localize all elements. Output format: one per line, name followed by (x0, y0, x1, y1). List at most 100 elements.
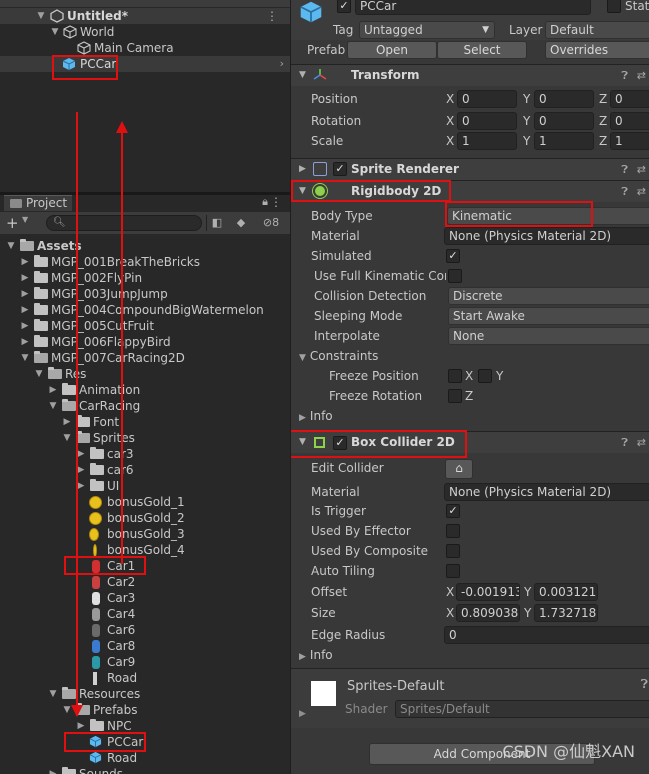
collapse-arrow-icon[interactable]: ▼ (36, 8, 46, 24)
bc-info-row[interactable]: ▶ Info (291, 645, 649, 665)
expand-arrow-icon[interactable]: ▶ (48, 382, 58, 398)
transform-header[interactable]: ▼ Transform ❓︎ ⇄ (291, 64, 649, 86)
help-icon[interactable]: ❓︎ (621, 159, 628, 180)
tree-item-road-prefab[interactable]: Road (0, 750, 290, 766)
simulated-checkbox[interactable]: ✓ (446, 249, 460, 263)
rb-info-row[interactable]: ▶ Info (291, 406, 649, 426)
tree-item-mgp002[interactable]: ▶ MGP_002FlyPin (0, 270, 290, 286)
prefab-open-button[interactable]: Open (347, 41, 437, 59)
tree-item-car4[interactable]: Car4 (0, 606, 290, 622)
chevron-right-icon[interactable]: › (280, 56, 284, 72)
tab-project[interactable]: Project (4, 195, 72, 211)
expand-arrow-icon[interactable]: ▶ (76, 718, 86, 734)
presets-icon[interactable]: ⇄ (637, 432, 646, 453)
tree-item-bonusgold4[interactable]: bonusGold_4 (0, 542, 290, 558)
body-type-dropdown[interactable]: Kinematic (447, 207, 649, 225)
interpolate-dropdown[interactable]: None (448, 327, 649, 345)
hidden-packages-toggle[interactable]: ⊘8 (256, 215, 286, 231)
tree-item-resources[interactable]: ▼ Resources (0, 686, 290, 702)
collapse-arrow-icon[interactable]: ▼ (48, 686, 58, 702)
freeze-rotation-z-checkbox[interactable] (448, 389, 462, 403)
layer-dropdown[interactable]: Default (545, 21, 649, 39)
prefab-select-button[interactable]: Select (437, 41, 527, 59)
tree-item-npc[interactable]: ▶ NPC (0, 718, 290, 734)
expand-arrow-icon[interactable]: ▶ (20, 334, 30, 350)
scale-x-field[interactable]: 1 (457, 132, 517, 150)
lock-icon[interactable]: 🔒︎ (262, 195, 268, 209)
prefab-overrides-dropdown[interactable]: Overrides (545, 41, 649, 59)
collapse-arrow-icon[interactable]: ▼ (299, 432, 306, 453)
presets-icon[interactable]: ⇄ (637, 181, 646, 202)
tree-item-pccar-prefab[interactable]: PCCar (0, 734, 290, 750)
tree-item-mgp006[interactable]: ▶ MGP_006FlappyBird (0, 334, 290, 350)
static-toggle[interactable] (607, 0, 621, 13)
expand-arrow-icon[interactable]: ▶ (20, 302, 30, 318)
tree-item-car8[interactable]: Car8 (0, 638, 290, 654)
rotation-y-field[interactable]: 0 (534, 112, 594, 130)
tree-item-car9[interactable]: Car9 (0, 654, 290, 670)
edge-radius-field[interactable]: 0 (444, 626, 649, 644)
expand-arrow-icon[interactable]: ▶ (48, 766, 58, 774)
position-y-field[interactable]: 0 (534, 90, 594, 108)
tree-item-bonusgold1[interactable]: bonusGold_1 (0, 494, 290, 510)
tree-item-sounds[interactable]: ▶ Sounds (0, 766, 290, 774)
presets-icon[interactable]: ⇄ (637, 65, 646, 86)
help-icon[interactable]: ❓︎ (621, 432, 628, 453)
plus-icon[interactable]: + (6, 214, 19, 232)
collapse-arrow-icon[interactable]: ▼ (62, 430, 72, 446)
box-collider2d-header[interactable]: ▼ ✓ Box Collider 2D ❓︎ ⇄ (291, 431, 649, 453)
expand-arrow-icon[interactable]: ▶ (62, 414, 72, 430)
box-collider-enabled-toggle[interactable]: ✓ (333, 436, 347, 450)
is-trigger-checkbox[interactable]: ✓ (446, 504, 460, 518)
tree-item-sprites[interactable]: ▼ Sprites (0, 430, 290, 446)
object-name-field[interactable]: PCCar (355, 0, 591, 15)
tree-item-carracing[interactable]: ▼ CarRacing (0, 398, 290, 414)
collapse-arrow-icon[interactable]: ▼ (50, 24, 60, 40)
collapse-arrow-icon[interactable]: ▼ (20, 350, 30, 366)
filter-by-label-icon[interactable]: ◆ (232, 215, 250, 231)
hierarchy-item-world[interactable]: ▼ World (0, 24, 290, 40)
tree-item-car6-folder[interactable]: ▶ car6 (0, 462, 290, 478)
rotation-x-field[interactable]: 0 (457, 112, 517, 130)
tree-item-car1[interactable]: Car1 (0, 558, 290, 574)
auto-tiling-checkbox[interactable] (446, 564, 460, 578)
collapse-arrow-icon[interactable]: ▼ (299, 181, 306, 202)
info-foldout[interactable]: ▶ Info (299, 406, 333, 428)
expand-arrow-icon[interactable]: ▶ (20, 270, 30, 286)
offset-x-field[interactable]: -0.001913 (456, 583, 520, 601)
used-by-composite-checkbox[interactable] (446, 544, 460, 558)
tree-item-animation[interactable]: ▶ Animation (0, 382, 290, 398)
hierarchy-item-pccar[interactable]: PCCar › (0, 56, 290, 72)
collapse-arrow-icon[interactable]: ▼ (299, 65, 306, 86)
expand-arrow-icon[interactable]: ▶ (299, 159, 306, 180)
material-field[interactable]: None (Physics Material 2D) (444, 483, 649, 501)
sleeping-mode-dropdown[interactable]: Start Awake (448, 307, 649, 325)
expand-arrow-icon[interactable]: ▶ (20, 318, 30, 334)
freeze-position-x-checkbox[interactable] (448, 369, 462, 383)
constraints-foldout[interactable]: ▼ Constraints (299, 346, 378, 368)
collapse-arrow-icon[interactable]: ▼ (48, 398, 58, 414)
freeze-position-y-checkbox[interactable] (478, 369, 492, 383)
chevron-down-icon[interactable]: ▼ (22, 215, 28, 224)
full-kinematic-checkbox[interactable] (448, 269, 462, 283)
position-x-field[interactable]: 0 (457, 90, 517, 108)
tree-item-mgp001[interactable]: ▶ MGP_001BreakTheBricks (0, 254, 290, 270)
presets-icon[interactable]: ⇄ (637, 159, 646, 180)
edit-collider-button[interactable]: ⌂ (445, 459, 473, 479)
tree-item-car6[interactable]: Car6 (0, 622, 290, 638)
tree-item-bonusgold2[interactable]: bonusGold_2 (0, 510, 290, 526)
tree-item-bonusgold3[interactable]: bonusGold_3 (0, 526, 290, 542)
tree-item-car3[interactable]: Car3 (0, 590, 290, 606)
size-x-field[interactable]: 0.809038 (456, 604, 520, 622)
scale-z-field[interactable]: 1 (610, 132, 649, 150)
filter-by-type-icon[interactable]: ◧ (208, 215, 226, 231)
used-by-effector-checkbox[interactable] (446, 524, 460, 538)
size-y-field[interactable]: 1.732718 (534, 604, 598, 622)
material-field[interactable]: None (Physics Material 2D) (444, 227, 649, 245)
info-foldout[interactable]: ▶ Info (299, 645, 333, 667)
rigidbody2d-header[interactable]: ▼ Rigidbody 2D ❓︎ ⇄ (291, 180, 649, 202)
tree-item-road-sprite[interactable]: Road (0, 670, 290, 686)
sprite-renderer-header[interactable]: ▶ ✓ Sprite Renderer ❓︎ ⇄ (291, 158, 649, 180)
tag-dropdown[interactable]: Untagged ▼ (359, 21, 495, 39)
collision-detection-dropdown[interactable]: Discrete (448, 287, 649, 305)
